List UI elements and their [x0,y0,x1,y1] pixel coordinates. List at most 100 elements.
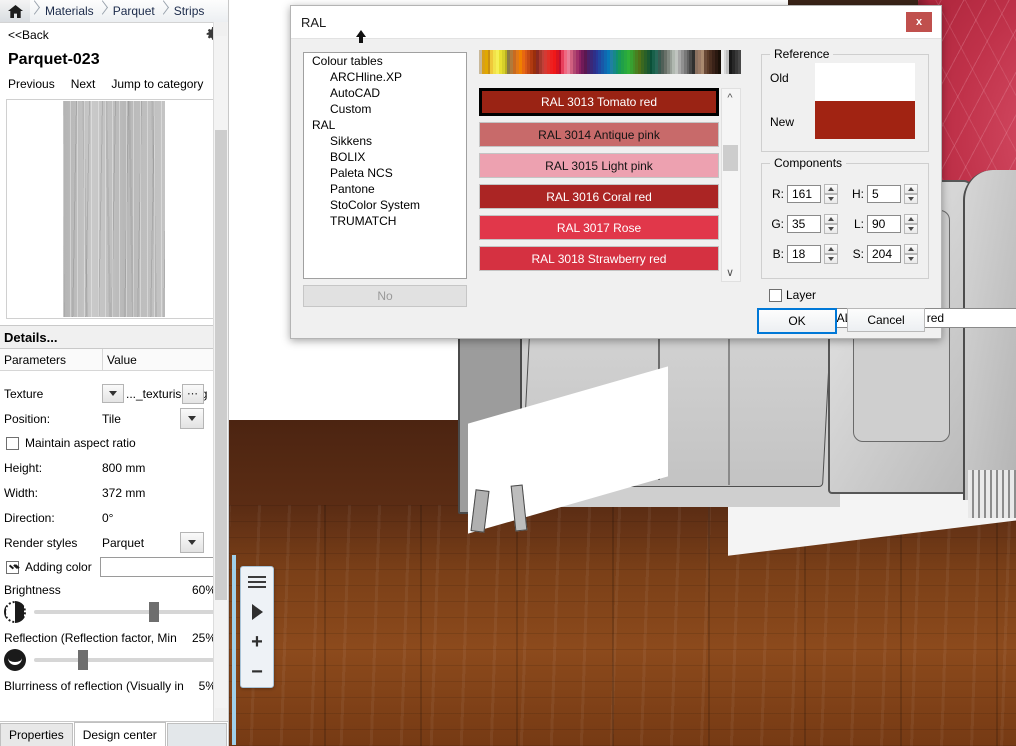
ral-colour-item[interactable]: RAL 3013 Tomato red [479,88,719,116]
texture-preview[interactable] [6,99,222,319]
component-r-spinner[interactable] [824,184,838,204]
layer-checkbox[interactable] [769,289,782,302]
tree-item-archline[interactable]: ARCHline.XP [304,69,466,85]
ral-colour-item[interactable]: RAL 3014 Antique pink [479,122,719,147]
viewport-toolbar[interactable]: + − [240,566,274,688]
ral-list-scrollbar[interactable]: ^ ∨ [721,88,741,282]
tab-properties[interactable]: Properties [0,723,73,746]
component-r[interactable]: R: 161 [770,184,838,204]
colour-tables-tree[interactable]: Colour tables ARCHline.XP AutoCAD Custom… [303,52,467,279]
ral-colour-item-label: RAL 3017 Rose [557,221,641,235]
component-s[interactable]: S: 204 [850,244,918,264]
component-s-spinner[interactable] [904,244,918,264]
row-width[interactable]: Width: 372 mm [0,480,228,505]
texture-dropdown-icon[interactable] [102,384,124,403]
reflection-slider-thumb[interactable] [78,650,88,670]
component-b-input[interactable]: 18 [787,245,821,263]
component-g-input[interactable]: 35 [787,215,821,233]
tree-item-sikkens[interactable]: Sikkens [304,133,466,149]
back-row: <<Back [0,23,228,47]
ral-colour-item-label: RAL 3014 Antique pink [538,128,660,142]
component-b-spinner[interactable] [824,244,838,264]
brightness-slider[interactable] [34,610,216,614]
reflection-slider-row[interactable] [0,645,228,675]
ral-colour-item[interactable]: RAL 3017 Rose [479,215,719,240]
reference-legend: Reference [770,47,833,61]
maintain-aspect-ratio-row[interactable]: Maintain aspect ratio [0,431,228,455]
label-position: Position: [4,412,102,426]
tree-item-paleta-ncs[interactable]: Paleta NCS [304,165,466,181]
component-s-input[interactable]: 204 [867,245,901,263]
tree-item-autocad[interactable]: AutoCAD [304,85,466,101]
row-position[interactable]: Position: Tile [0,406,228,431]
breadcrumb-item-materials[interactable]: Materials [39,4,98,18]
component-l-spinner[interactable] [904,214,918,234]
maintain-aspect-ratio-checkbox[interactable] [6,437,19,450]
component-g-spinner[interactable] [824,214,838,234]
strip-colour-band[interactable] [738,50,741,74]
list-icon[interactable] [241,567,273,597]
row-texture[interactable]: Texture ..._texturise.jpg ⋯ [0,381,228,406]
breadcrumb[interactable]: Materials Parquet Strips [0,0,228,23]
ok-button[interactable]: OK [757,308,837,334]
previous-link[interactable]: Previous [8,77,55,91]
component-h[interactable]: H: 5 [850,184,918,204]
layer-row[interactable]: Layer [769,288,816,302]
tree-item-pantone[interactable]: Pantone [304,181,466,197]
minus-icon[interactable]: − [241,657,273,687]
ral-colour-item[interactable]: RAL 3016 Coral red [479,184,719,209]
cancel-button[interactable]: Cancel [847,308,925,332]
adding-color-row[interactable]: Adding color [0,555,228,579]
component-r-input[interactable]: 161 [787,185,821,203]
no-button[interactable]: No [303,285,467,307]
viewport-edge-bar [232,555,236,745]
scroll-thumb[interactable] [215,130,227,600]
brightness-slider-thumb[interactable] [149,602,159,622]
tab-design-center[interactable]: Design center [74,722,166,746]
component-b[interactable]: B: 18 [770,244,838,264]
tree-item-custom[interactable]: Custom [304,101,466,117]
component-l[interactable]: L: 90 [850,214,918,234]
position-dropdown-icon[interactable] [180,408,204,429]
jump-to-category-link[interactable]: Jump to category [111,77,203,91]
close-icon[interactable]: x [906,12,932,32]
render-styles-dropdown-icon[interactable] [180,532,204,553]
tree-item-ral[interactable]: RAL [312,118,335,132]
tree-item-bolix[interactable]: BOLIX [304,149,466,165]
play-icon[interactable] [241,597,273,627]
scroll-down-icon[interactable] [215,708,227,722]
component-l-input[interactable]: 90 [867,215,901,233]
next-link[interactable]: Next [71,77,96,91]
component-g[interactable]: G: 35 [770,214,838,234]
chevron-up-icon[interactable]: ^ [722,90,738,106]
row-render-styles[interactable]: Render styles Parquet [0,530,228,555]
home-icon[interactable] [0,0,30,22]
dialog-titlebar[interactable]: RAL x [291,6,941,39]
breadcrumb-item-parquet[interactable]: Parquet [107,4,159,18]
left-panel-scrollbar[interactable] [213,22,228,722]
texture-browse-button[interactable]: ⋯ [182,384,204,404]
reflection-slider[interactable] [34,658,216,662]
bottom-tabs[interactable]: Properties Design center [0,721,228,746]
plus-icon[interactable]: + [241,627,273,657]
row-height[interactable]: Height: 800 mm [0,455,228,480]
row-direction[interactable]: Direction: 0° [0,505,228,530]
chevron-down-icon[interactable]: ∨ [722,264,738,280]
adding-color-swatch[interactable] [100,557,214,577]
tree-item-stocolor[interactable]: StoColor System [304,197,466,213]
breadcrumb-item-strips[interactable]: Strips [168,4,209,18]
brightness-slider-row[interactable] [0,597,228,627]
component-h-input[interactable]: 5 [867,185,901,203]
colour-spectrum-strip[interactable] [479,50,741,74]
tree-item-trumatch[interactable]: TRUMATCH [304,213,466,229]
ral-colour-list[interactable]: RAL 3013 Tomato red RAL 3014 Antique pink… [479,88,719,280]
ral-colour-item[interactable]: RAL 3018 Strawberry red [479,246,719,271]
adding-color-checkbox[interactable] [6,561,19,574]
colour-strip-wrapper[interactable] [479,50,741,74]
ral-dialog[interactable]: RAL x Colour tables ARCHline.XP AutoCAD … [290,5,942,339]
ral-colour-item[interactable]: RAL 3015 Light pink [479,153,719,178]
component-h-spinner[interactable] [904,184,918,204]
ral-list-scroll-thumb[interactable] [723,145,738,171]
back-link[interactable]: <<Back [8,28,49,42]
scroll-up-icon[interactable] [215,22,227,36]
